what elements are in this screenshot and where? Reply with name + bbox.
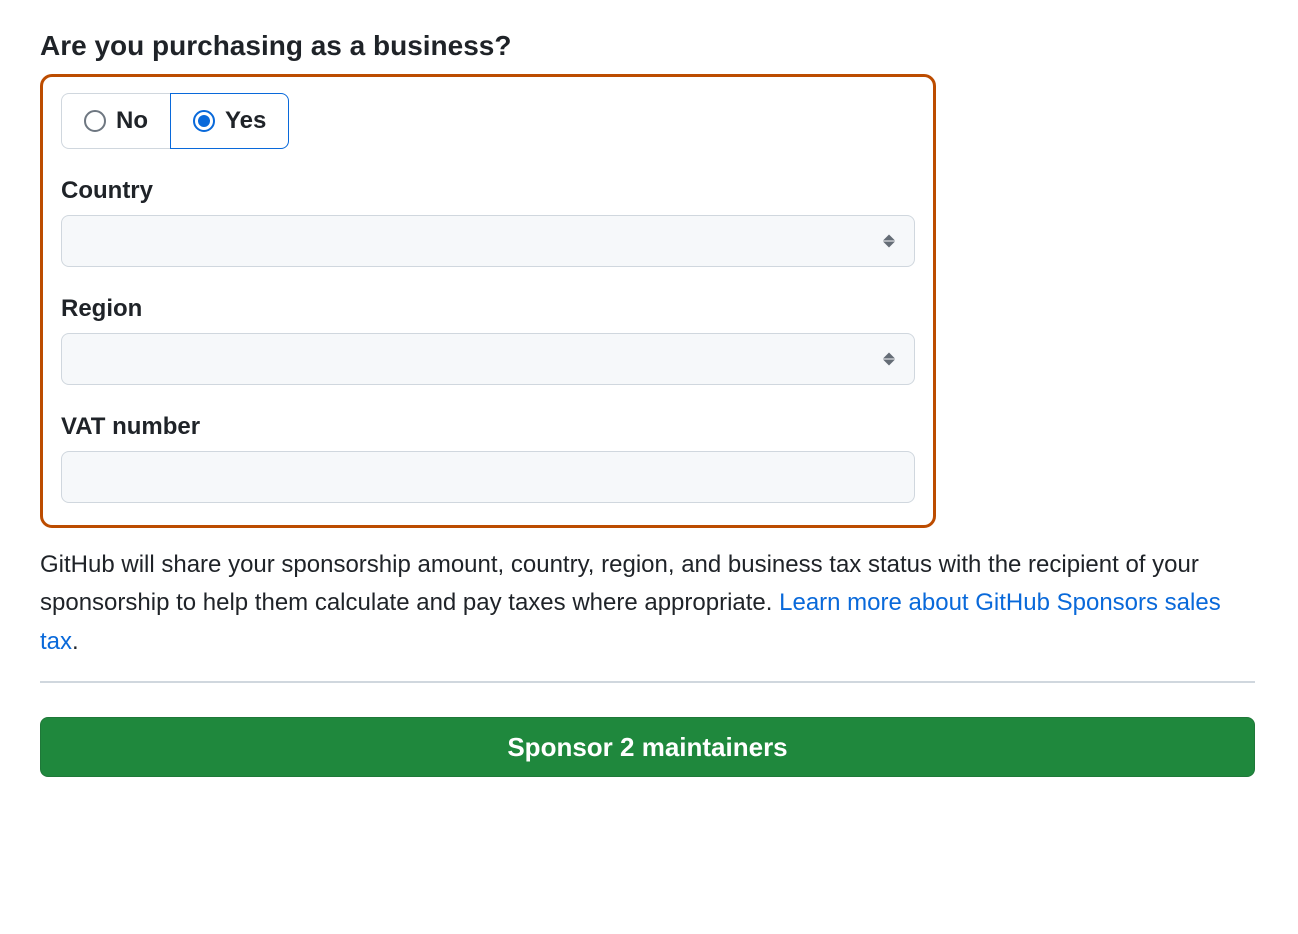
radio-on-icon bbox=[193, 110, 215, 132]
toggle-yes-button[interactable]: Yes bbox=[170, 93, 289, 149]
region-select[interactable] bbox=[61, 333, 915, 385]
toggle-no-label: No bbox=[116, 107, 148, 135]
business-question-heading: Are you purchasing as a business? bbox=[40, 30, 1255, 62]
sponsor-button[interactable]: Sponsor 2 maintainers bbox=[40, 717, 1255, 777]
vat-label: VAT number bbox=[61, 413, 915, 441]
country-label: Country bbox=[61, 177, 915, 205]
radio-dot-icon bbox=[198, 115, 210, 127]
toggle-yes-label: Yes bbox=[225, 107, 266, 135]
radio-off-icon bbox=[84, 110, 106, 132]
business-toggle: No Yes bbox=[61, 93, 289, 149]
info-text-after: . bbox=[72, 628, 79, 655]
divider bbox=[40, 681, 1255, 683]
country-select-wrap bbox=[61, 215, 915, 267]
business-details-box: No Yes Country Region VA bbox=[40, 74, 936, 528]
vat-input[interactable] bbox=[61, 451, 915, 503]
info-paragraph: GitHub will share your sponsorship amoun… bbox=[40, 546, 1255, 661]
toggle-no-button[interactable]: No bbox=[61, 93, 170, 149]
region-label: Region bbox=[61, 295, 915, 323]
region-select-wrap bbox=[61, 333, 915, 385]
country-select[interactable] bbox=[61, 215, 915, 267]
